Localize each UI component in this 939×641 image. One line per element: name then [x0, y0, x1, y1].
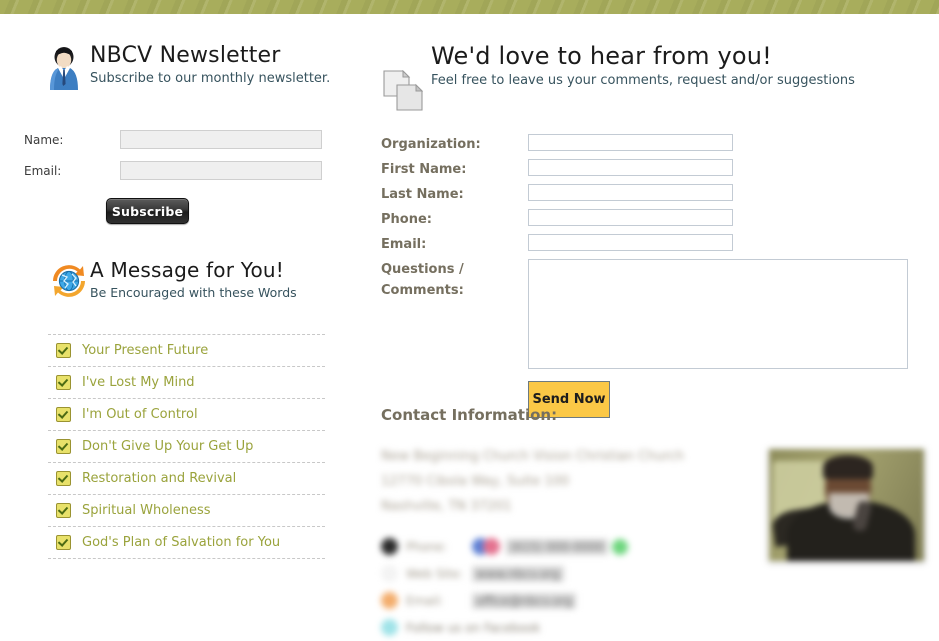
organization-row: Organization:: [381, 134, 926, 155]
phone-label: Phone:: [381, 212, 432, 227]
businessman-avatar-icon: [44, 46, 84, 90]
last-name-label: Last Name:: [381, 187, 464, 202]
documents-icon: [383, 70, 423, 112]
list-item[interactable]: Don't Give Up Your Get Up: [48, 431, 325, 463]
comments-label: Questions / Comments:: [381, 262, 464, 298]
subscribe-button[interactable]: Subscribe: [106, 198, 189, 224]
list-item[interactable]: Your Present Future: [48, 334, 325, 367]
contact-information-title: Contact Information:: [381, 406, 558, 424]
email-row: Email:: [381, 234, 926, 255]
checkbox-checked-icon: [56, 343, 71, 358]
page-body: NBCV Newsletter Subscribe to our monthly…: [0, 14, 939, 636]
contact-form-title: We'd love to hear from you!: [431, 42, 773, 70]
fax-icon: [381, 565, 398, 582]
facebook-icon: [381, 619, 398, 636]
first-name-row: First Name:: [381, 159, 926, 180]
message-subtitle: Be Encouraged with these Words: [90, 285, 297, 300]
checkbox-checked-icon: [56, 439, 71, 454]
newsletter-form: Name: Email: Subscribe: [24, 130, 334, 224]
phone-icon: [381, 538, 398, 555]
organization-input[interactable]: [528, 134, 733, 151]
newsletter-name-label: Name:: [24, 132, 64, 147]
phone-input[interactable]: [528, 209, 733, 226]
list-item-label: I've Lost My Mind: [82, 375, 195, 390]
list-item[interactable]: Spiritual Wholeness: [48, 495, 325, 527]
contact-email-key: Email:: [406, 593, 444, 608]
checkbox-checked-icon: [56, 407, 71, 422]
message-list: Your Present Future I've Lost My Mind I'…: [48, 334, 325, 559]
list-item[interactable]: Restoration and Revival: [48, 463, 325, 495]
contact-form-subtitle: Feel free to leave us your comments, req…: [431, 73, 855, 89]
newsletter-name-row: Name:: [24, 130, 334, 149]
contact-form-header-texts: We'd love to hear from you! Feel free to…: [381, 42, 926, 89]
messenger-icon: [483, 538, 500, 555]
phone-row: Phone:: [381, 209, 926, 230]
contact-form-section: We'd love to hear from you! Feel free to…: [381, 42, 926, 418]
checkbox-checked-icon: [56, 503, 71, 518]
comments-textarea[interactable]: [528, 259, 908, 369]
newsletter-email-input[interactable]: [120, 161, 322, 180]
organization-label: Organization:: [381, 137, 481, 152]
newsletter-email-label: Email:: [24, 163, 62, 178]
contact-website-value: www.nbcv.org: [472, 565, 564, 582]
newsletter-title: NBCV Newsletter: [90, 43, 281, 68]
list-item-label: Don't Give Up Your Get Up: [82, 439, 254, 454]
contact-facebook-row[interactable]: Follow us on Facebook: [381, 614, 926, 641]
contact-website-row[interactable]: Web Site: www.nbcv.org: [381, 560, 926, 587]
newsletter-header: NBCV Newsletter Subscribe to our monthly…: [24, 44, 334, 94]
checkbox-checked-icon: [56, 535, 71, 550]
checkbox-checked-icon: [56, 375, 71, 390]
photo-hair: [823, 455, 873, 479]
first-name-input[interactable]: [528, 159, 733, 176]
contact-email-row[interactable]: Email: office@nbcv.org: [381, 587, 926, 614]
newsletter-email-row: Email:: [24, 161, 334, 180]
last-name-row: Last Name:: [381, 184, 926, 205]
message-section: A Message for You! Be Encouraged with th…: [24, 260, 334, 559]
email-label: Email:: [381, 237, 427, 252]
contact-email-value: office@nbcv.org: [472, 592, 577, 609]
list-item-label: God's Plan of Salvation for You: [82, 535, 281, 550]
pastor-photo: [768, 448, 925, 562]
list-item-label: Your Present Future: [82, 343, 209, 358]
contact-website-key: Web Site:: [406, 566, 464, 581]
comments-row: Questions / Comments:: [381, 259, 926, 369]
email-input[interactable]: [528, 234, 733, 251]
last-name-input[interactable]: [528, 184, 733, 201]
newsletter-name-input[interactable]: [120, 130, 322, 149]
newsletter-section: NBCV Newsletter Subscribe to our monthly…: [24, 44, 334, 224]
contact-form: Organization: First Name: Last Name: Pho…: [381, 134, 926, 418]
first-name-label: First Name:: [381, 162, 467, 177]
list-item-label: Restoration and Revival: [82, 471, 237, 486]
contact-form-header: We'd love to hear from you! Feel free to…: [381, 42, 926, 111]
list-item[interactable]: I'm Out of Control: [48, 399, 325, 431]
newsletter-subtitle: Subscribe to our monthly newsletter.: [90, 71, 331, 87]
email-icon: [381, 592, 398, 609]
call-icon: [611, 538, 628, 555]
top-banner-stripe: [0, 0, 939, 14]
contact-facebook-value: Follow us on Facebook: [406, 620, 541, 635]
contact-phone-key: Phone:: [406, 539, 448, 554]
checkbox-checked-icon: [56, 471, 71, 486]
message-title: A Message for You!: [90, 258, 285, 282]
contact-phone-value: (615) 000-0000: [506, 538, 608, 555]
list-item[interactable]: I've Lost My Mind: [48, 367, 325, 399]
list-item-label: I'm Out of Control: [82, 407, 198, 422]
list-item-label: Spiritual Wholeness: [82, 503, 211, 518]
globe-refresh-icon: [50, 262, 88, 300]
list-item[interactable]: God's Plan of Salvation for You: [48, 527, 325, 559]
message-header: A Message for You! Be Encouraged with th…: [24, 260, 334, 310]
